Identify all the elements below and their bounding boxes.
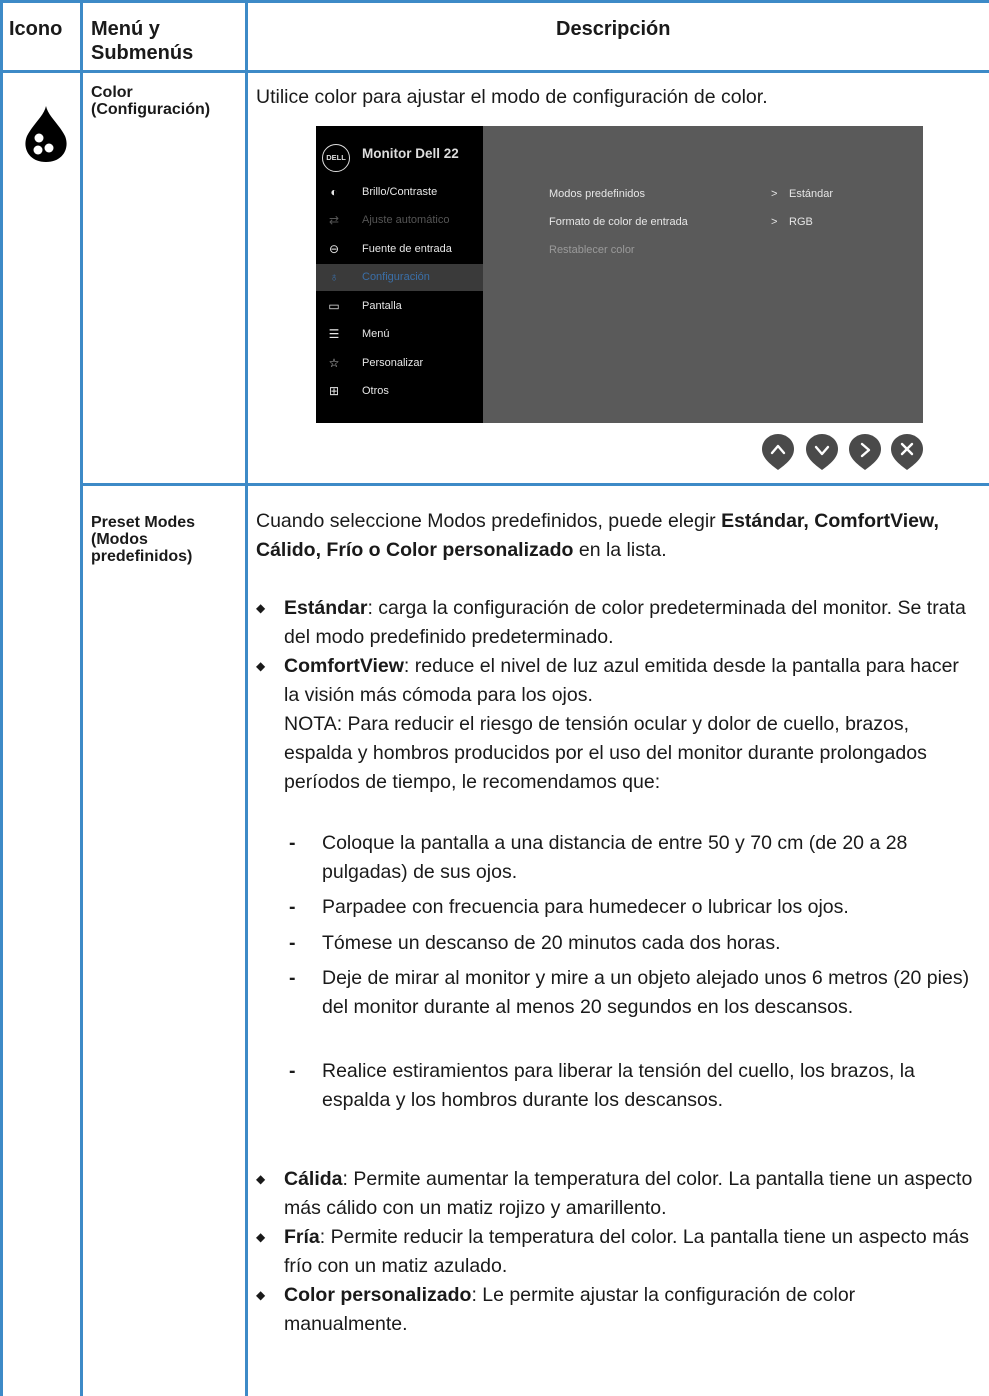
osd-sub-modos-value: Estándar bbox=[789, 188, 834, 200]
preset-modes-intro: Cuando seleccione Modos predefinidos, pu… bbox=[256, 510, 939, 561]
bullet-calida: ◆ Cálida: Permite aumentar la temperatur… bbox=[256, 1165, 976, 1223]
bullet-estandar: ◆ Estándar: carga la configuración de co… bbox=[256, 594, 976, 652]
table-header-divider bbox=[0, 70, 989, 73]
osd-item-configuracion[interactable]: ♁ Configuración bbox=[316, 264, 483, 291]
up-button[interactable] bbox=[761, 433, 795, 471]
brightness-icon: ◐ bbox=[330, 185, 338, 199]
dash-item: - Realice estiramientos para liberar la … bbox=[289, 1060, 915, 1111]
osd-item-fuente[interactable]: ⊖ Fuente de entrada bbox=[316, 236, 483, 263]
color-drop-icon bbox=[25, 106, 67, 162]
dash-item: - Parpadee con frecuencia para humedecer… bbox=[289, 896, 849, 918]
header-menu-column: Menú y Submenús bbox=[91, 18, 194, 64]
osd-sub-modos[interactable]: Modos predefinidos bbox=[549, 187, 645, 201]
star-icon: ☆ bbox=[328, 356, 340, 370]
comfortview-note: NOTA: Para reducir el riesgo de tensión … bbox=[284, 713, 927, 793]
dash-item: - Deje de mirar al monitor y mire a un o… bbox=[289, 967, 970, 1018]
color-icon: ♁ bbox=[329, 270, 339, 284]
dash-item: - Coloque la pantalla a una distancia de… bbox=[289, 832, 908, 883]
table-divider-1 bbox=[80, 0, 83, 1396]
bullet-icon: ◆ bbox=[256, 1172, 266, 1186]
submenu-preset-modes: Preset Modes (Modos predefinidos) bbox=[91, 514, 196, 565]
osd-item-personalizar[interactable]: ☆ Personalizar bbox=[316, 350, 483, 377]
display-icon: ▭ bbox=[328, 299, 340, 313]
osd-item-brillo[interactable]: ◐ Brillo/Contraste bbox=[316, 179, 483, 206]
auto-adjust-icon: ⇄ bbox=[328, 213, 340, 227]
osd-item-ajuste[interactable]: ⇄ Ajuste automático bbox=[316, 207, 483, 234]
close-button[interactable] bbox=[890, 433, 924, 471]
color-intro: Utilice color para ajustar el modo de co… bbox=[256, 86, 768, 108]
right-button[interactable] bbox=[848, 433, 882, 471]
osd-sub-restablecer[interactable]: Restablecer color bbox=[549, 243, 635, 257]
bullet-icon: ◆ bbox=[256, 601, 266, 615]
osd-item-otros[interactable]: ⊞ Otros bbox=[316, 378, 483, 405]
dash-item: - Tómese un descanso de 20 minutos cada … bbox=[289, 932, 781, 954]
others-icon: ⊞ bbox=[328, 384, 340, 398]
table-divider-2 bbox=[245, 0, 248, 1396]
menu-icon: ☰ bbox=[328, 327, 340, 341]
table-border-top bbox=[0, 0, 989, 3]
bullet-icon: ◆ bbox=[256, 659, 266, 673]
osd-sub-arrow: > bbox=[771, 188, 778, 200]
header-description-column: Descripción bbox=[556, 18, 671, 40]
osd-item-pantalla[interactable]: ▭ Pantalla bbox=[316, 293, 483, 320]
down-button[interactable] bbox=[805, 433, 839, 471]
bullet-comfortview: ◆ ComfortView: reduce el nivel de luz az… bbox=[256, 652, 976, 797]
osd-main-menu: DELL Monitor Dell 22 ◐ Brillo/Contraste … bbox=[316, 126, 483, 423]
table-row-divider bbox=[80, 483, 989, 486]
osd-sub-formato-value: RGB bbox=[789, 216, 813, 228]
dell-logo: DELL bbox=[322, 144, 350, 172]
bullet-icon: ◆ bbox=[256, 1230, 266, 1244]
osd-title: Monitor Dell 22 bbox=[362, 146, 459, 161]
header-icon-column: Icono bbox=[9, 18, 63, 40]
input-source-icon: ⊖ bbox=[328, 242, 340, 256]
osd-item-menu[interactable]: ☰ Menú bbox=[316, 321, 483, 348]
osd-sub-formato[interactable]: Formato de color de entrada bbox=[549, 215, 688, 229]
osd-sub-arrow: > bbox=[771, 216, 778, 228]
bullet-color-personalizado: ◆ Color personalizado: Le permite ajusta… bbox=[256, 1281, 976, 1339]
submenu-color: Color (Configuración) bbox=[91, 84, 211, 118]
osd-screenshot: DELL Monitor Dell 22 ◐ Brillo/Contraste … bbox=[316, 126, 923, 423]
bullet-icon: ◆ bbox=[256, 1288, 266, 1302]
table-border-left bbox=[0, 0, 3, 1396]
bullet-fria: ◆ Fría: Permite reducir la temperatura d… bbox=[256, 1223, 976, 1281]
